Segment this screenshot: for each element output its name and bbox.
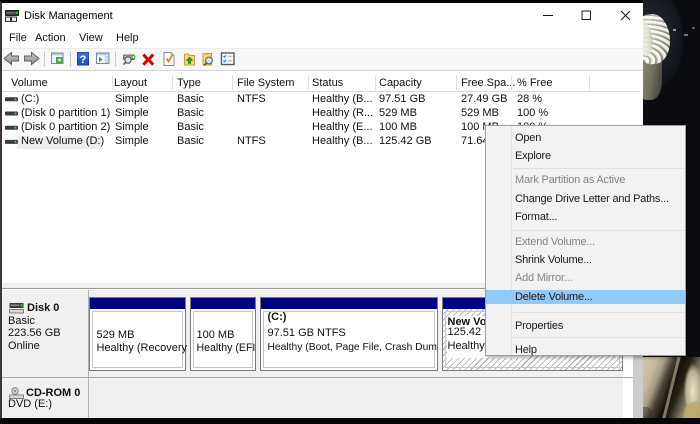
svg-text:?: ? — [80, 54, 87, 66]
